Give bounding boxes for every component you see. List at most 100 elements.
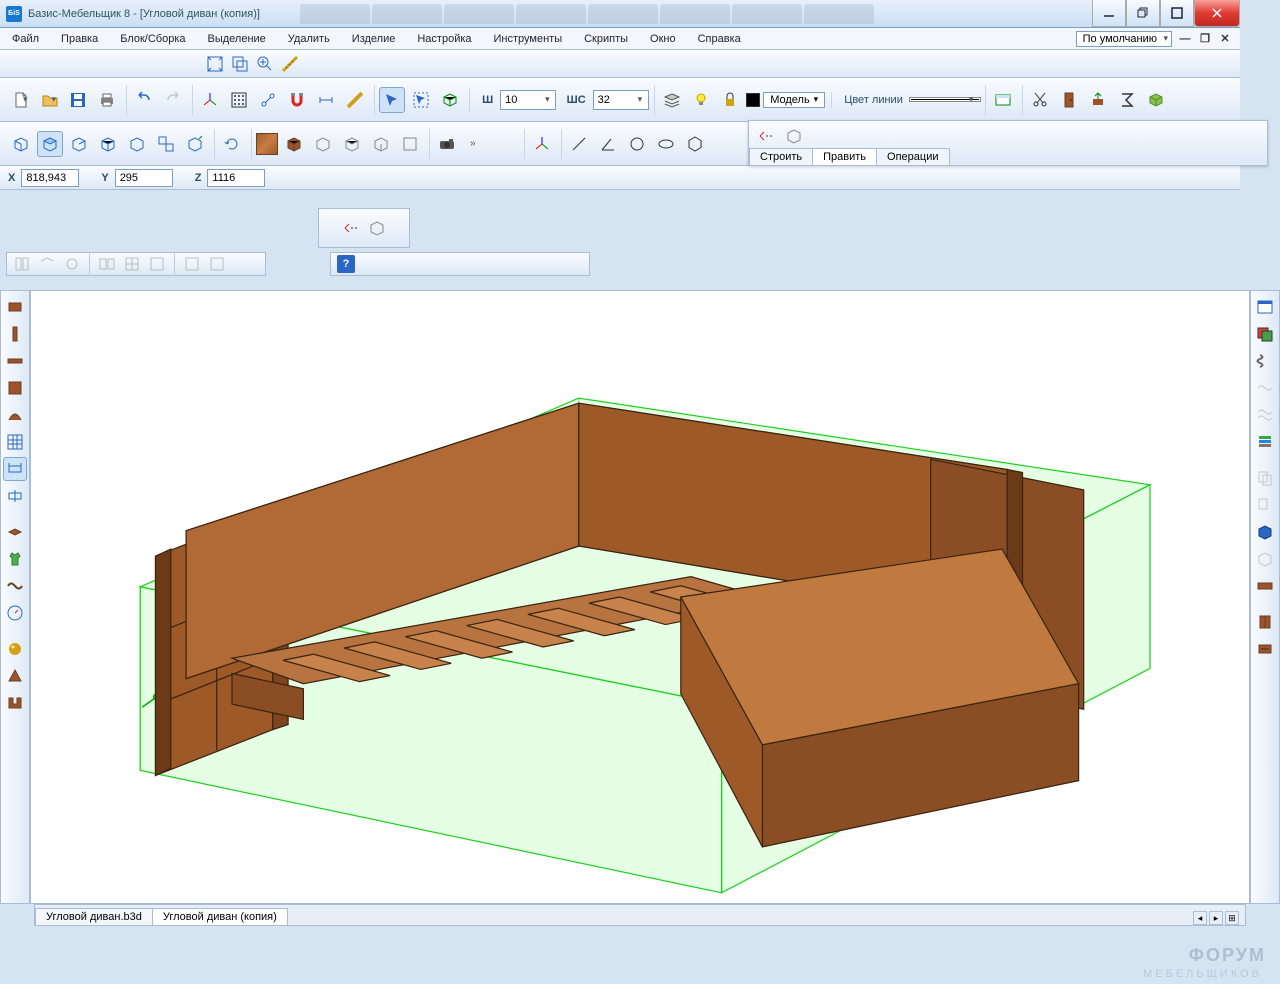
profile-dropdown[interactable]: По умолчанию [1076,31,1172,47]
extrude-icon[interactable] [1085,87,1111,113]
mdi-restore-button[interactable]: ❐ [1198,32,1212,46]
menu-scripts[interactable]: Скрипты [580,31,632,47]
lt-clothes-icon[interactable] [3,547,27,571]
menu-help[interactable]: Справка [694,31,745,47]
menu-block[interactable]: Блок/Сборка [116,31,189,47]
save-icon[interactable] [65,87,91,113]
op-cross-icon[interactable] [755,125,777,147]
rt-window-icon[interactable] [1253,295,1277,319]
close-button[interactable] [1194,0,1240,27]
print-icon[interactable] [94,87,120,113]
vr-icon-2[interactable] [36,253,58,275]
overflow-marker-icon[interactable]: » [466,138,480,149]
zoom-in-icon[interactable] [254,53,276,75]
cut-icon[interactable] [1027,87,1053,113]
rt-wave-icon[interactable] [1253,376,1277,400]
view-export-icon[interactable] [182,131,208,157]
lt-sphere-icon[interactable] [3,637,27,661]
menu-tools[interactable]: Инструменты [490,31,567,47]
snap-line-icon[interactable] [255,87,281,113]
menu-settings[interactable]: Настройка [413,31,475,47]
op-box-icon[interactable] [783,125,805,147]
ellipse-tool-icon[interactable] [653,131,679,157]
maximize-button[interactable] [1160,0,1194,27]
box-wire-icon[interactable] [281,131,307,157]
measure-icon[interactable] [279,53,301,75]
vr-icon-5[interactable] [121,253,143,275]
open-file-icon[interactable] [37,87,63,113]
new-file-icon[interactable] [8,87,34,113]
zoom-window-icon[interactable] [229,53,251,75]
lock-icon[interactable] [717,87,743,113]
width-dropdown-icon[interactable]: ▾ [545,94,550,105]
tab-edit[interactable]: Править [812,148,877,165]
wood-material-swatch[interactable] [256,133,278,155]
width-s-dropdown-icon[interactable]: ▾ [638,94,643,105]
lt-board-icon[interactable] [3,322,27,346]
rt-drawer-icon[interactable] [1253,637,1277,661]
tab-build[interactable]: Строить [749,148,813,165]
lt-edge-icon[interactable] [3,349,27,373]
vr-icon-7[interactable] [181,253,203,275]
layers-icon[interactable] [659,87,685,113]
lightbulb-icon[interactable] [688,87,714,113]
rt-cabinet-icon[interactable] [1253,610,1277,634]
line-tool-icon[interactable] [566,131,592,157]
sum-icon[interactable] [1114,87,1140,113]
box-outline2-icon[interactable] [339,131,365,157]
tab-operations[interactable]: Операции [876,148,949,165]
menu-file[interactable]: Файл [8,31,43,47]
minimize-button[interactable] [1092,0,1126,27]
lt-compass-icon[interactable] [3,601,27,625]
lt-grid-icon[interactable] [3,430,27,454]
doc-tab-2[interactable]: Угловой диван (копия) [152,908,288,925]
tab-scroll-left-icon[interactable]: ◂ [1193,911,1207,925]
box-outline3-icon[interactable] [368,131,394,157]
menu-delete[interactable]: Удалить [284,31,334,47]
lt-block-icon[interactable] [3,376,27,400]
lt-curve-icon[interactable] [3,403,27,427]
door-icon[interactable] [1056,87,1082,113]
select-box-icon[interactable] [408,87,434,113]
lt-cone-icon[interactable] [3,664,27,688]
grid-icon[interactable] [226,87,252,113]
lt-dim-icon[interactable] [3,457,27,481]
material-browser-icon[interactable] [990,87,1016,113]
vr-icon-6[interactable] [146,253,168,275]
select-3d-icon[interactable] [437,87,463,113]
tab-scroll-right-icon[interactable]: ▸ [1209,911,1223,925]
vr-icon-4[interactable] [96,253,118,275]
rt-box2-icon[interactable] [1253,547,1277,571]
view-side-icon[interactable] [37,131,63,157]
vr-icon-1[interactable] [11,253,33,275]
library-icon[interactable] [1143,87,1169,113]
rt-copy-icon[interactable] [1253,466,1277,490]
box-outline-icon[interactable] [310,131,336,157]
help-icon[interactable]: ? [337,255,355,273]
view-iso2-icon[interactable] [124,131,150,157]
camera-icon[interactable] [434,131,460,157]
restore-button[interactable] [1126,0,1160,27]
lt-dim2-icon[interactable] [3,484,27,508]
z-input[interactable] [207,169,265,187]
doc-tab-1[interactable]: Угловой диван.b3d [35,908,153,925]
rt-slab-icon[interactable] [1253,574,1277,598]
view-grid-icon[interactable] [153,131,179,157]
rt-copy2-icon[interactable] [1253,493,1277,517]
rt-wave2-icon[interactable] [1253,403,1277,427]
view-top-icon[interactable] [66,131,92,157]
open-dropdown-icon[interactable]: ▾ [52,94,57,105]
menu-selection[interactable]: Выделение [204,31,270,47]
rt-stack-icon[interactable] [1253,430,1277,454]
color-swatch[interactable] [746,93,760,107]
redo-icon[interactable] [160,87,186,113]
mdi-minimize-button[interactable]: — [1178,32,1192,46]
lt-wave-icon[interactable] [3,574,27,598]
3d-viewport[interactable] [30,290,1250,904]
model-dropdown[interactable]: Модель▾ [763,92,825,108]
view-front-icon[interactable] [8,131,34,157]
dimension-icon[interactable] [313,87,339,113]
tab-menu-icon[interactable]: ⊞ [1225,911,1239,925]
ruler-icon[interactable] [342,87,368,113]
rt-spring-icon[interactable] [1253,349,1277,373]
